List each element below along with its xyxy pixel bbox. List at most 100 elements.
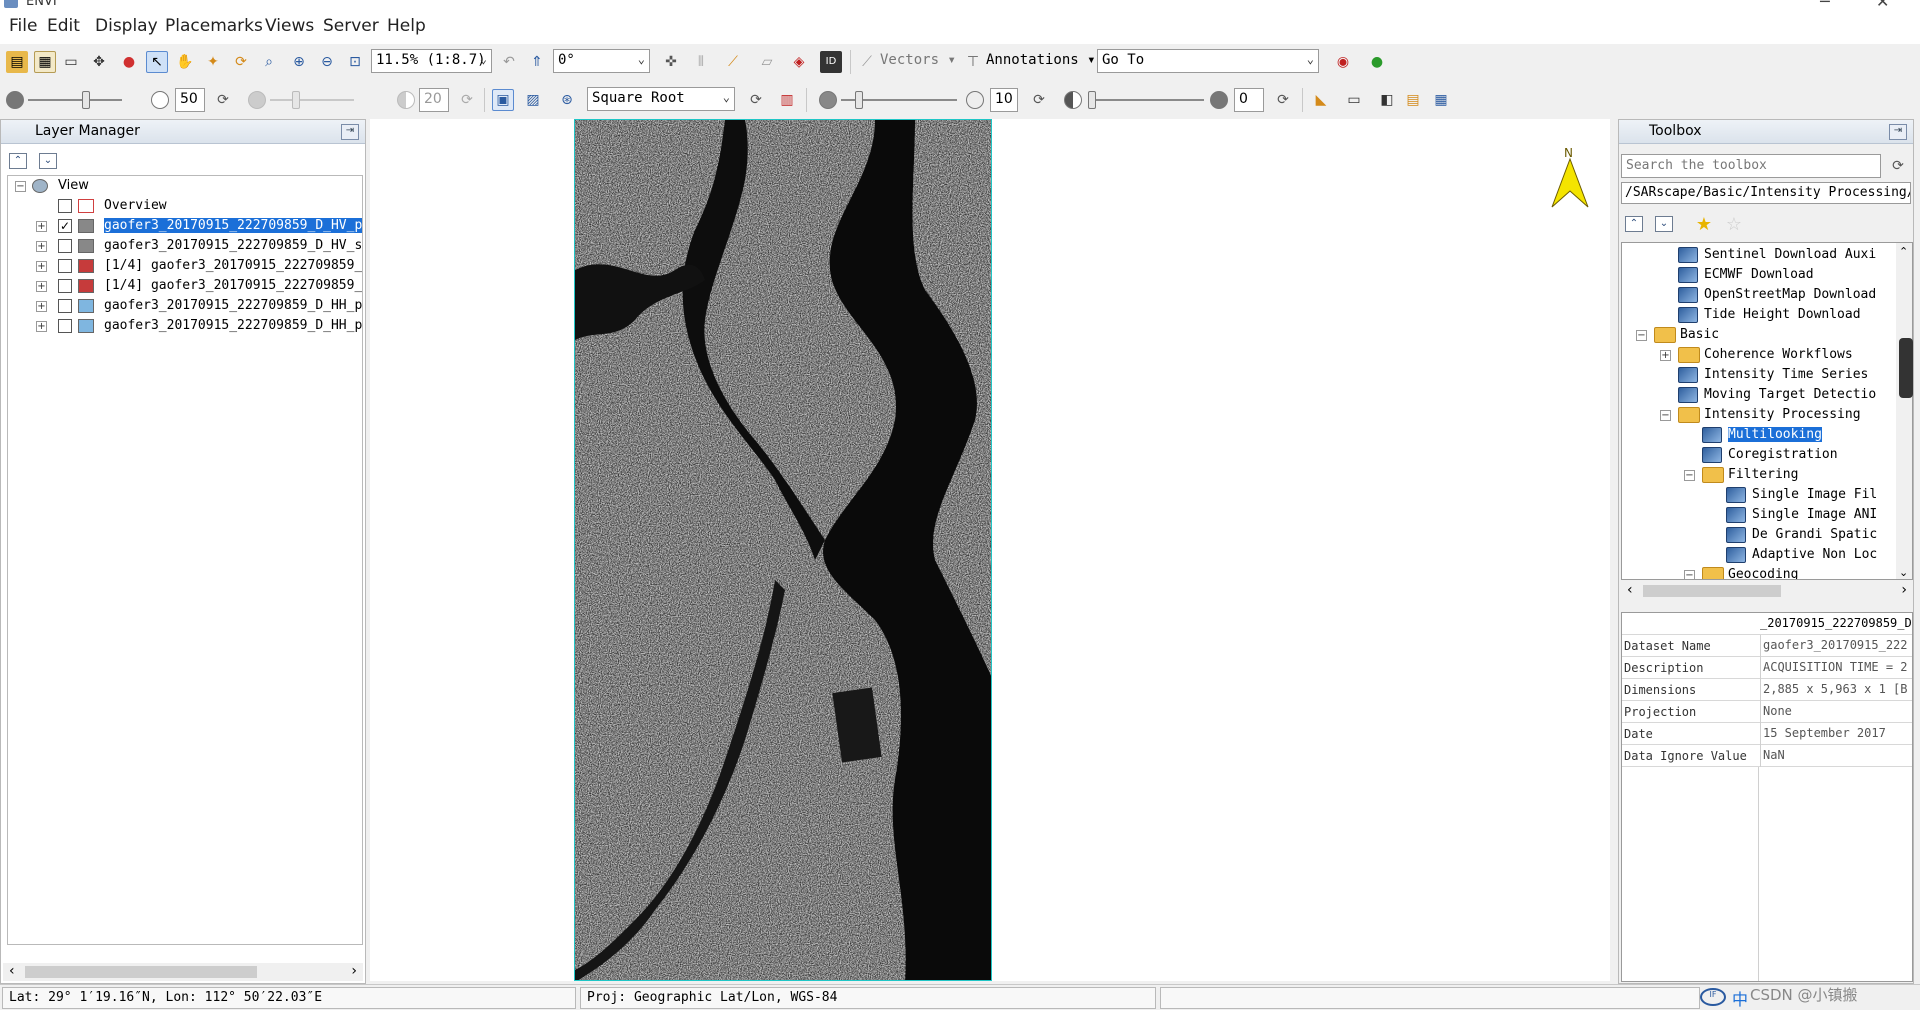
property-value[interactable]: gaofer3_20170915_222 <box>1760 635 1912 657</box>
histogram-icon[interactable]: ▨ <box>522 89 544 111</box>
collapse-icon[interactable]: − <box>1660 410 1671 421</box>
measure-icon[interactable]: ▱ <box>756 51 778 73</box>
placemark-icon[interactable]: ● <box>118 51 140 73</box>
ifly-icon[interactable]: IF <box>1700 988 1726 1006</box>
pin-icon[interactable]: ⇥ <box>1889 124 1907 140</box>
refresh-icon[interactable]: ⟳ <box>1887 155 1909 177</box>
layer-row[interactable]: + gaofer3_20170915_222709859_D_HV_sl <box>8 236 362 256</box>
toolbox-tool[interactable]: Coregistration <box>1622 445 1894 465</box>
favorite-star-icon[interactable]: ★ <box>1693 214 1715 236</box>
contrast-slider[interactable] <box>292 91 300 109</box>
toolbox-tool[interactable]: Moving Target Detectio <box>1622 385 1894 405</box>
reset-sharpen-icon[interactable]: ⟳ <box>1028 89 1050 111</box>
transparency-slider[interactable] <box>1088 91 1096 109</box>
expand-icon[interactable]: + <box>36 241 47 252</box>
menu-edit[interactable]: Edit <box>47 16 80 36</box>
empty-star-icon[interactable]: ☆ <box>1723 214 1745 236</box>
toolbox-folder[interactable]: − Basic <box>1622 325 1894 345</box>
expand-icon[interactable]: + <box>36 301 47 312</box>
brightness-slider[interactable] <box>82 91 90 109</box>
minimize-button[interactable]: ─ <box>1820 0 1830 10</box>
vectors-dropdown[interactable]: Vectors ▾ <box>880 52 956 68</box>
layer-row[interactable]: + [1/4] gaofer3_20170915_222709859_D <box>8 256 362 276</box>
property-value[interactable]: 2,885 x 5,963 x 1 [B <box>1760 679 1912 701</box>
collapse-icon[interactable]: − <box>1684 470 1695 481</box>
layer-row[interactable]: + [1/4] gaofer3_20170915_222709859_D <box>8 276 362 296</box>
rotation-combo[interactable]: 0° ⌄ <box>553 49 650 73</box>
zoom-combo[interactable]: 11.5% (1:8.7) ⌄ <box>371 49 492 73</box>
sar-image[interactable] <box>574 119 992 981</box>
collapse-all-button[interactable]: ⌃ <box>1625 216 1643 232</box>
zoom-icon[interactable]: ⌕ <box>258 51 280 73</box>
expand-icon[interactable]: + <box>36 281 47 292</box>
layer-visibility-checkbox[interactable] <box>58 279 72 293</box>
sharpen-value[interactable]: 10 <box>990 88 1018 112</box>
layer-visibility-checkbox[interactable] <box>58 199 72 213</box>
toolbox-tool[interactable]: OpenStreetMap Download <box>1622 285 1894 305</box>
pin-icon[interactable]: ⇥ <box>341 124 359 140</box>
toolbox-folder[interactable]: − Filtering <box>1622 465 1894 485</box>
reset-contrast-icon[interactable]: ⟳ <box>456 89 478 111</box>
monitor-icon[interactable]: ▭ <box>60 51 82 73</box>
menu-help[interactable]: Help <box>387 16 426 36</box>
scroll-thumb[interactable] <box>1643 585 1781 597</box>
chevron-up-icon[interactable]: ⌃ <box>1899 245 1908 258</box>
menu-views[interactable]: Views <box>265 16 314 36</box>
layer-visibility-checkbox[interactable] <box>58 299 72 313</box>
layer-visibility-checkbox[interactable] <box>58 239 72 253</box>
layer-visibility-checkbox[interactable] <box>58 319 72 333</box>
image-view[interactable]: N <box>370 119 1610 981</box>
layer-row[interactable]: + ✓ gaofer3_20170915_222709859_D_HV_pw <box>8 216 362 236</box>
goto-combo[interactable]: Go To ⌄ <box>1097 49 1319 73</box>
rotate-icon[interactable]: ⟳ <box>230 51 252 73</box>
color-table-icon[interactable]: ▥ <box>776 89 798 111</box>
toolbox-tool[interactable]: Intensity Time Series <box>1622 365 1894 385</box>
toolbox-tool[interactable]: Single Image Fil <box>1622 485 1894 505</box>
chevron-right-icon[interactable]: › <box>351 963 357 979</box>
zoom-out-icon[interactable]: ⊖ <box>316 51 338 73</box>
property-value[interactable]: NaN <box>1760 745 1912 767</box>
stretch-icon[interactable]: ▣ <box>492 89 514 111</box>
toolbox-tool[interactable]: ECMWF Download <box>1622 265 1894 285</box>
expand-icon[interactable]: + <box>1660 350 1671 361</box>
select-cursor-icon[interactable]: ↖ <box>146 51 168 73</box>
profile-icon[interactable]: ⫴ <box>690 51 712 73</box>
property-value[interactable]: ACQUISITION TIME = 2 <box>1760 657 1912 679</box>
expand-icon[interactable]: + <box>36 221 47 232</box>
layer-visibility-checkbox[interactable]: ✓ <box>58 219 72 233</box>
toolbox-tool[interactable]: Sentinel Download Auxi <box>1622 245 1894 265</box>
chevron-left-icon[interactable]: ‹ <box>1627 582 1633 598</box>
fly-icon[interactable]: ✦ <box>202 51 224 73</box>
rotate-left-icon[interactable]: ↶ <box>498 51 520 73</box>
close-button[interactable]: ✕ <box>1876 0 1889 10</box>
chevron-down-icon[interactable]: ⌄ <box>1899 566 1908 579</box>
expand-icon[interactable]: + <box>36 261 47 272</box>
expand-all-button[interactable]: ⌄ <box>1655 216 1673 232</box>
contrast-value[interactable]: 20 <box>419 88 449 112</box>
toolbox-tool[interactable]: De Grandi Spatic <box>1622 525 1894 545</box>
scroll-thumb[interactable] <box>25 966 257 978</box>
layer-row[interactable]: + gaofer3_20170915_222709859_D_HH_pw <box>8 316 362 336</box>
toolbox-folder[interactable]: − Intensity Processing <box>1622 405 1894 425</box>
open-file-icon[interactable]: ▤ <box>6 51 28 73</box>
toolbox-folder[interactable]: − Geocoding <box>1622 565 1894 579</box>
collapse-all-button[interactable]: ⌃ <box>9 153 27 169</box>
zoom-in-icon[interactable]: ⊕ <box>288 51 310 73</box>
property-value[interactable]: 15 September 2017 <box>1760 723 1912 745</box>
brightness-value[interactable]: 50 <box>175 88 205 112</box>
collapse-icon[interactable]: − <box>1636 330 1647 341</box>
crosshair-icon[interactable]: ✜ <box>660 51 682 73</box>
flicker-icon[interactable]: ▤ <box>1402 89 1424 111</box>
link-views-icon[interactable]: ◉ <box>1332 51 1354 73</box>
expand-all-button[interactable]: ⌄ <box>39 153 57 169</box>
toolbox-tool[interactable]: Tide Height Download <box>1622 305 1894 325</box>
roi-icon[interactable]: ◈ <box>788 51 810 73</box>
toolbox-horizontal-scrollbar[interactable]: ‹ › <box>1621 582 1913 600</box>
pan-hand-icon[interactable]: ✋ <box>174 51 196 73</box>
layer-row[interactable]: + gaofer3_20170915_222709859_D_HH_pw <box>8 296 362 316</box>
side-tab-handle[interactable] <box>1899 338 1913 398</box>
spectral-profile-icon[interactable]: ⟋ <box>722 51 744 73</box>
expand-icon[interactable]: + <box>36 321 47 332</box>
transparency-value[interactable]: 0 <box>1234 88 1264 112</box>
toolbox-tool[interactable]: Multilooking <box>1622 425 1894 445</box>
